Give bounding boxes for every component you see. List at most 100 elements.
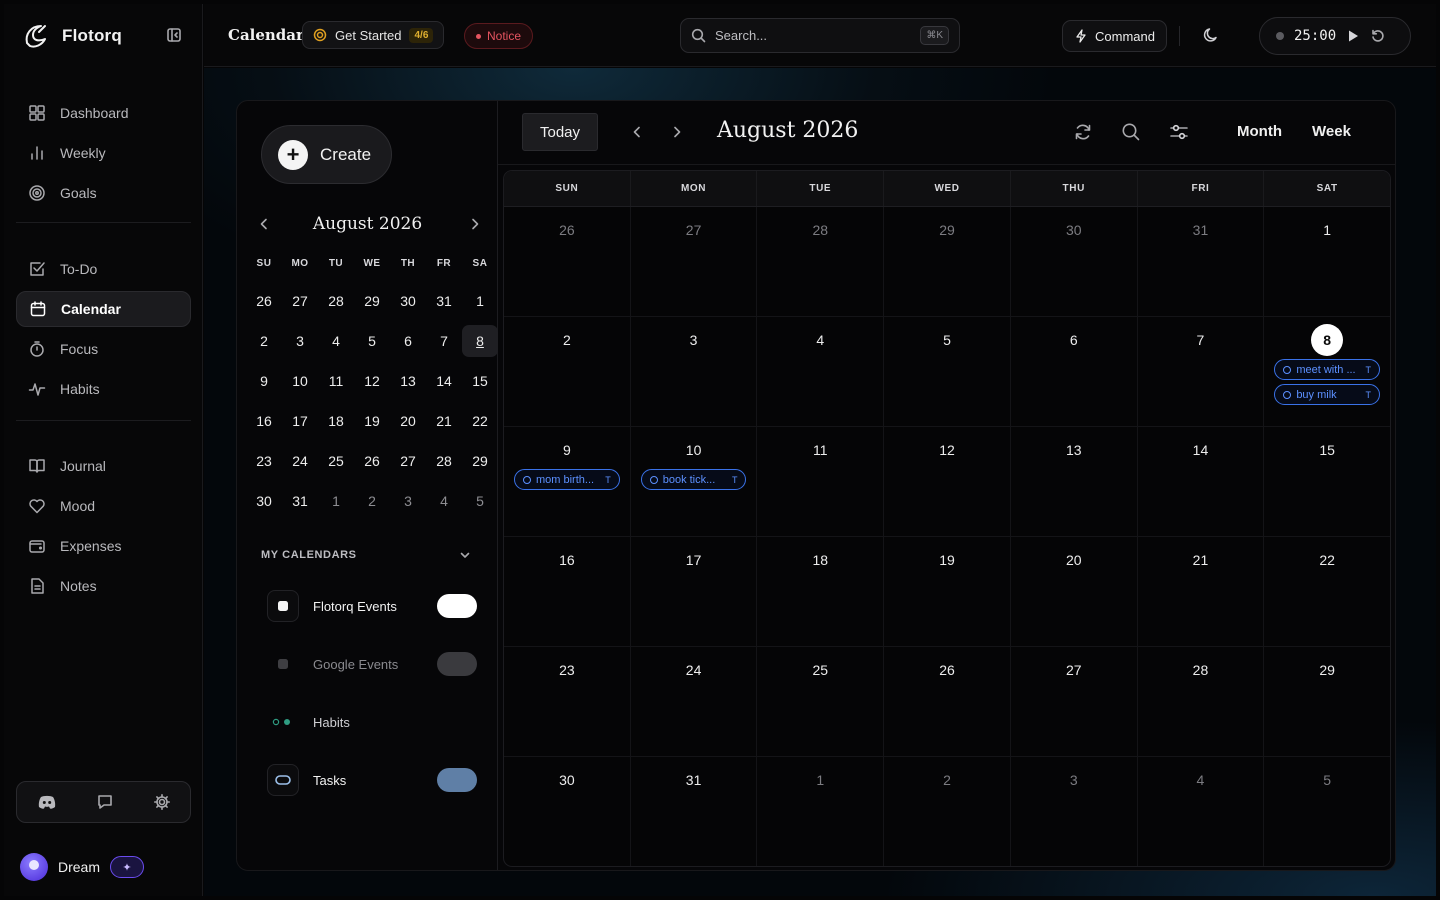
mini-calendar-day[interactable]: 5 <box>462 485 498 517</box>
sidebar-item-goals[interactable]: Goals <box>16 175 191 211</box>
mini-calendar-day[interactable]: 27 <box>282 285 318 317</box>
tasks-toggle[interactable] <box>437 768 477 792</box>
mini-calendar-day[interactable]: 20 <box>390 405 426 437</box>
sidebar-item-habits[interactable]: Habits <box>16 371 191 407</box>
reset-icon[interactable] <box>1370 28 1386 44</box>
month-view-button[interactable]: Month <box>1237 123 1282 140</box>
sidebar-item-focus[interactable]: Focus <box>16 331 191 367</box>
mini-calendar-day[interactable]: 8 <box>462 325 498 357</box>
week-view-button[interactable]: Week <box>1312 123 1351 140</box>
get-started-button[interactable]: Get Started 4/6 <box>302 21 445 49</box>
day-cell[interactable]: 31 <box>631 757 758 866</box>
command-button[interactable]: Command <box>1062 20 1167 52</box>
mini-calendar-day[interactable]: 16 <box>246 405 282 437</box>
day-cell[interactable]: 15 <box>1264 427 1390 536</box>
gear-icon[interactable] <box>153 793 171 811</box>
mini-calendar-day[interactable]: 10 <box>282 365 318 397</box>
mini-calendar-day[interactable]: 12 <box>354 365 390 397</box>
mini-calendar-day[interactable]: 3 <box>390 485 426 517</box>
day-cell[interactable]: 27 <box>631 207 758 316</box>
day-cell[interactable]: 5 <box>884 317 1011 426</box>
event-chip[interactable]: buy milk T <box>1274 384 1381 405</box>
day-cell[interactable]: 29 <box>1264 647 1390 756</box>
mini-calendar-day[interactable]: 3 <box>282 325 318 357</box>
user-profile[interactable]: Dream ✦ <box>20 853 145 881</box>
mini-calendar-day[interactable]: 11 <box>318 365 354 397</box>
sidebar-item-to-do[interactable]: To-Do <box>16 251 191 287</box>
event-chip[interactable]: meet with ... T <box>1274 359 1381 380</box>
day-cell[interactable]: 29 <box>884 207 1011 316</box>
mini-calendar-day[interactable]: 9 <box>246 365 282 397</box>
mini-calendar-day[interactable]: 4 <box>426 485 462 517</box>
day-cell[interactable]: 14 <box>1138 427 1265 536</box>
google-events-toggle[interactable] <box>437 652 477 676</box>
mini-calendar-day[interactable]: 24 <box>282 445 318 477</box>
day-cell-today[interactable]: 8 meet with ... Tbuy milk T <box>1264 317 1390 426</box>
day-cell[interactable]: 5 <box>1264 757 1390 866</box>
day-cell[interactable]: 2 <box>504 317 631 426</box>
sidebar-item-notes[interactable]: Notes <box>16 568 191 604</box>
play-icon[interactable] <box>1346 29 1360 43</box>
mini-calendar-day[interactable]: 23 <box>246 445 282 477</box>
mini-calendar-day[interactable]: 22 <box>462 405 498 437</box>
day-cell[interactable]: 24 <box>631 647 758 756</box>
mini-calendar-day[interactable]: 25 <box>318 445 354 477</box>
day-cell[interactable]: 1 <box>1264 207 1390 316</box>
day-cell[interactable]: 13 <box>1011 427 1138 536</box>
prev-month-icon[interactable] <box>630 125 644 139</box>
day-cell[interactable]: 11 <box>757 427 885 536</box>
day-cell[interactable]: 30 <box>1011 207 1138 316</box>
chat-icon[interactable] <box>96 793 114 811</box>
sidebar-item-journal[interactable]: Journal <box>16 448 191 484</box>
day-cell[interactable]: 3 <box>1011 757 1138 866</box>
day-cell[interactable]: 4 <box>1138 757 1265 866</box>
moon-icon[interactable] <box>1202 26 1220 44</box>
mini-calendar-day[interactable]: 18 <box>318 405 354 437</box>
mini-calendar-day[interactable]: 1 <box>462 285 498 317</box>
mini-calendar-day[interactable]: 28 <box>426 445 462 477</box>
day-cell[interactable]: 21 <box>1138 537 1265 646</box>
filter-icon[interactable] <box>1169 122 1189 142</box>
mini-calendar-day[interactable]: 29 <box>354 285 390 317</box>
sidebar-collapse-icon[interactable] <box>166 27 182 43</box>
mini-calendar-day[interactable]: 15 <box>462 365 498 397</box>
day-cell[interactable]: 12 <box>884 427 1011 536</box>
mini-calendar-day[interactable]: 21 <box>426 405 462 437</box>
notice-badge[interactable]: Notice <box>464 23 534 49</box>
day-cell[interactable]: 7 <box>1138 317 1265 426</box>
sidebar-item-expenses[interactable]: Expenses <box>16 528 191 564</box>
day-cell[interactable]: 28 <box>1138 647 1265 756</box>
day-cell[interactable]: 25 <box>757 647 885 756</box>
day-cell[interactable]: 3 <box>631 317 758 426</box>
mini-calendar-day[interactable]: 30 <box>246 485 282 517</box>
mini-calendar-day[interactable]: 30 <box>390 285 426 317</box>
day-cell[interactable]: 9 mom birth... T <box>504 427 631 536</box>
day-cell[interactable]: 2 <box>884 757 1011 866</box>
calendar-item-habits[interactable]: Habits <box>267 704 477 740</box>
mini-calendar-day[interactable]: 5 <box>354 325 390 357</box>
mini-calendar-day[interactable]: 17 <box>282 405 318 437</box>
mini-calendar-day[interactable]: 2 <box>354 485 390 517</box>
mini-calendar-day[interactable]: 31 <box>426 285 462 317</box>
mini-next-month-icon[interactable] <box>470 218 480 230</box>
calendar-item-flotorq[interactable]: Flotorq Events <box>267 588 477 624</box>
sidebar-item-calendar[interactable]: Calendar <box>16 291 191 327</box>
day-cell[interactable]: 1 <box>757 757 885 866</box>
calendar-item-google[interactable]: Google Events <box>267 646 477 682</box>
flotorq-events-toggle[interactable] <box>437 594 477 618</box>
discord-icon[interactable] <box>37 794 57 810</box>
day-cell[interactable]: 26 <box>504 207 631 316</box>
calendar-item-tasks[interactable]: Tasks <box>267 762 477 798</box>
today-button[interactable]: Today <box>522 113 598 151</box>
day-cell[interactable]: 17 <box>631 537 758 646</box>
sync-icon[interactable] <box>1073 122 1093 142</box>
mini-calendar-day[interactable]: 27 <box>390 445 426 477</box>
mini-calendar-day[interactable]: 1 <box>318 485 354 517</box>
mini-calendar-day[interactable]: 29 <box>462 445 498 477</box>
day-cell[interactable]: 22 <box>1264 537 1390 646</box>
day-cell[interactable]: 30 <box>504 757 631 866</box>
mini-calendar-day[interactable]: 26 <box>354 445 390 477</box>
sidebar-item-dashboard[interactable]: Dashboard <box>16 95 191 131</box>
event-chip[interactable]: mom birth... T <box>514 469 620 490</box>
mini-calendar-day[interactable]: 13 <box>390 365 426 397</box>
